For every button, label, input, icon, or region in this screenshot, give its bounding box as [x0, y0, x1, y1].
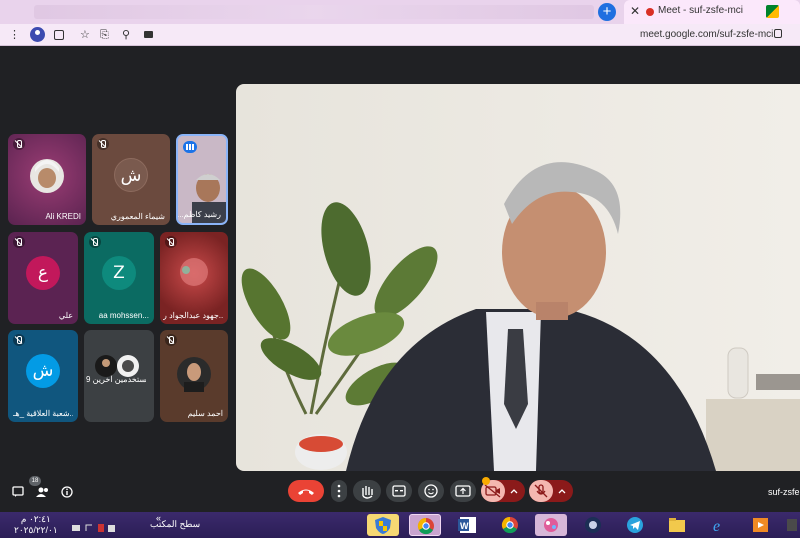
participant-tile[interactable]: Z aa mohssen...	[84, 232, 154, 324]
mic-off-icon	[165, 236, 177, 248]
taskbar-app-chrome-active[interactable]	[409, 514, 441, 536]
profile-avatar-icon[interactable]	[30, 27, 45, 42]
chrome-icon	[501, 516, 518, 534]
screen: + ✕ Meet - suf-zsfe-mci ⋮ ☆ ⎘ ⚲ meet.goo…	[0, 0, 800, 538]
end-call-button[interactable]	[288, 480, 324, 502]
participant-name: علي	[58, 311, 73, 320]
mic-off-icon	[13, 236, 25, 248]
browser-tab-bar: + ✕ Meet - suf-zsfe-mci	[0, 0, 800, 24]
participant-tile-speaking[interactable]: ...رشيد كاظم	[176, 134, 228, 225]
chrome-icon	[417, 517, 434, 535]
participant-name: جهود عبدالجواد ر...	[163, 311, 223, 320]
taskbar-app-paint[interactable]	[535, 514, 567, 536]
internet-explorer-icon: e	[713, 518, 720, 535]
emoji-reactions-button[interactable]	[418, 480, 444, 502]
participant-name: شيماء المعموري	[110, 212, 165, 221]
desktop-toolbar-label[interactable]: سطح المكتب	[150, 519, 200, 530]
participant-count-badge: 18	[29, 476, 41, 486]
translate-icon[interactable]: ⎘	[100, 28, 109, 42]
raise-hand-button[interactable]	[353, 480, 381, 502]
mic-off-icon	[13, 334, 25, 346]
meet-logo-icon	[766, 5, 779, 18]
windows-taskbar: ٠٢:٤١ م ٢٠٢٥/٢٢/٠١ « سطح المكتب W e	[0, 512, 800, 538]
participant-avatar: ش	[114, 157, 148, 192]
taskbar-app-explorer[interactable]	[661, 514, 693, 536]
chat-icon[interactable]	[12, 485, 24, 503]
participant-avatar: Z	[102, 256, 136, 290]
speaking-indicator-icon	[183, 141, 197, 153]
mic-off-icon	[165, 334, 177, 346]
meeting-code: suf-zsfe	[768, 487, 800, 497]
bookmark-star-icon[interactable]: ☆	[80, 28, 90, 42]
word-icon: W	[458, 517, 476, 533]
new-tab-button[interactable]: +	[598, 3, 616, 21]
meet-stage: Ali KREDI ش شيماء المعموري ...رشيد كاظم …	[0, 46, 800, 512]
main-speaker-video[interactable]	[236, 84, 800, 471]
participant-name: شعبة العلاقية _هـ...	[13, 409, 73, 418]
participant-avatar: ش	[26, 354, 60, 388]
people-icon[interactable]	[36, 485, 50, 503]
clock-time: ٠٢:٤١ م	[20, 514, 51, 524]
taskbar-app-player[interactable]	[577, 514, 609, 536]
camera-options-chevron-icon[interactable]	[481, 480, 525, 502]
participant-tile[interactable]: ع علي	[8, 232, 78, 324]
clock-date: ٢٠٢٥/٢٢/٠١	[14, 525, 58, 535]
lock-icon[interactable]	[774, 29, 782, 38]
taskbar-app-ie[interactable]: e	[703, 514, 735, 536]
participant-tile[interactable]: ش شيماء المعموري	[92, 134, 170, 225]
app-icon	[787, 519, 797, 531]
mic-off-icon	[89, 236, 101, 248]
taskbar-app-chrome[interactable]	[494, 514, 526, 536]
svg-text:e: e	[713, 518, 720, 535]
media-icon	[753, 518, 768, 532]
taskbar-app-security[interactable]	[367, 514, 399, 536]
paint-icon	[544, 518, 558, 532]
system-tray-icons[interactable]	[72, 520, 116, 532]
present-screen-button[interactable]	[450, 480, 476, 502]
participant-name: aa mohssen...	[98, 311, 149, 320]
info-icon[interactable]	[61, 485, 73, 503]
participant-avatar: ع	[26, 256, 60, 290]
taskbar-app-word[interactable]: W	[452, 514, 484, 536]
speaker-video-frame	[236, 84, 800, 471]
mic-off-icon	[97, 138, 109, 150]
blurred-tabs[interactable]	[34, 5, 594, 19]
others-count-label: 9 مستخدمين آخرين	[86, 375, 146, 384]
folder-icon	[669, 518, 685, 532]
tab-meet[interactable]: ✕ Meet - suf-zsfe-mci	[624, 0, 800, 24]
participant-tile[interactable]: جهود عبدالجواد ر...	[160, 232, 228, 324]
mic-options-chevron-icon[interactable]	[529, 480, 573, 502]
sidebar-icon[interactable]	[54, 30, 64, 40]
participant-tile[interactable]: Ali KREDI	[8, 134, 86, 225]
taskbar-app-media[interactable]	[745, 514, 777, 536]
shield-icon	[375, 517, 391, 534]
tab-title: Meet - suf-zsfe-mci	[658, 5, 744, 16]
participant-name: احمد سليم	[187, 409, 223, 418]
media-player-icon	[585, 517, 601, 533]
taskbar-app-overflow[interactable]	[785, 514, 800, 536]
recording-icon	[646, 8, 654, 16]
svg-text:W: W	[460, 521, 469, 531]
address-bar: ⋮ ☆ ⎘ ⚲ meet.google.com/suf-zsfe-mci	[0, 24, 800, 46]
more-options-button[interactable]	[331, 480, 347, 502]
others-tile[interactable]: 9 مستخدمين آخرين	[84, 330, 154, 422]
telegram-icon	[627, 517, 643, 533]
participant-name: Ali KREDI	[45, 212, 81, 221]
taskbar-app-telegram[interactable]	[619, 514, 651, 536]
menu-dots-icon[interactable]: ⋮	[9, 28, 20, 42]
search-icon[interactable]: ⚲	[122, 28, 130, 42]
url-field[interactable]: meet.google.com/suf-zsfe-mci	[640, 29, 773, 40]
captions-button[interactable]	[386, 480, 412, 502]
mic-toggle-group[interactable]	[529, 480, 573, 502]
clock[interactable]: ٠٢:٤١ م ٢٠٢٥/٢٢/٠١	[14, 514, 58, 536]
participant-tile[interactable]: احمد سليم	[160, 330, 228, 422]
camera-toggle-group[interactable]	[481, 477, 525, 502]
participant-tile[interactable]: ش شعبة العلاقية _هـ...	[8, 330, 78, 422]
cast-icon[interactable]	[144, 31, 153, 38]
close-tab-icon[interactable]: ✕	[630, 4, 640, 18]
participant-name: ...رشيد كاظم	[176, 210, 221, 219]
mic-off-icon	[13, 138, 25, 150]
